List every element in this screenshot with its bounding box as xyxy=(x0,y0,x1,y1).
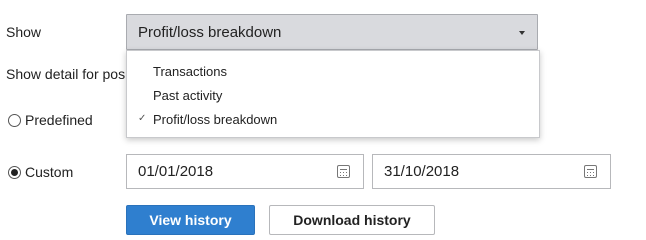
radio-predefined-label: Predefined xyxy=(25,112,93,128)
radio-predefined[interactable]: Predefined xyxy=(8,112,93,128)
download-history-button[interactable]: Download history xyxy=(269,205,435,235)
date-from-field[interactable]: 01/01/2018 xyxy=(126,154,364,189)
dropdown-option-profit-loss-breakdown[interactable]: ✓ Profit/loss breakdown xyxy=(127,109,539,131)
radio-selected-icon[interactable] xyxy=(8,165,21,179)
radio-custom[interactable]: Custom xyxy=(8,164,73,180)
dropdown-option-label: Past activity xyxy=(153,88,223,103)
calendar-icon[interactable] xyxy=(337,165,350,178)
show-dropdown-menu: Transactions Past activity ✓ Profit/loss… xyxy=(126,50,540,138)
dropdown-option-transactions[interactable]: Transactions xyxy=(127,61,539,83)
radio-custom-label: Custom xyxy=(25,164,74,180)
radio-circle-icon[interactable] xyxy=(8,113,21,127)
calendar-icon[interactable] xyxy=(584,165,597,178)
show-select[interactable]: Profit/loss breakdown xyxy=(126,14,538,50)
view-history-button[interactable]: View history xyxy=(126,205,255,235)
check-icon: ✓ xyxy=(138,113,147,124)
dropdown-option-label: Transactions xyxy=(153,64,227,79)
chevron-down-icon xyxy=(519,31,525,35)
dropdown-option-label: Profit/loss breakdown xyxy=(153,112,278,127)
show-select-value: Profit/loss breakdown xyxy=(138,24,282,41)
date-to-value: 31/10/2018 xyxy=(384,163,460,180)
show-detail-label: Show detail for posi xyxy=(6,66,126,82)
date-from-value: 01/01/2018 xyxy=(138,163,214,180)
dropdown-option-past-activity[interactable]: Past activity xyxy=(127,85,539,107)
show-label: Show xyxy=(6,24,42,40)
date-to-field[interactable]: 31/10/2018 xyxy=(372,154,611,189)
